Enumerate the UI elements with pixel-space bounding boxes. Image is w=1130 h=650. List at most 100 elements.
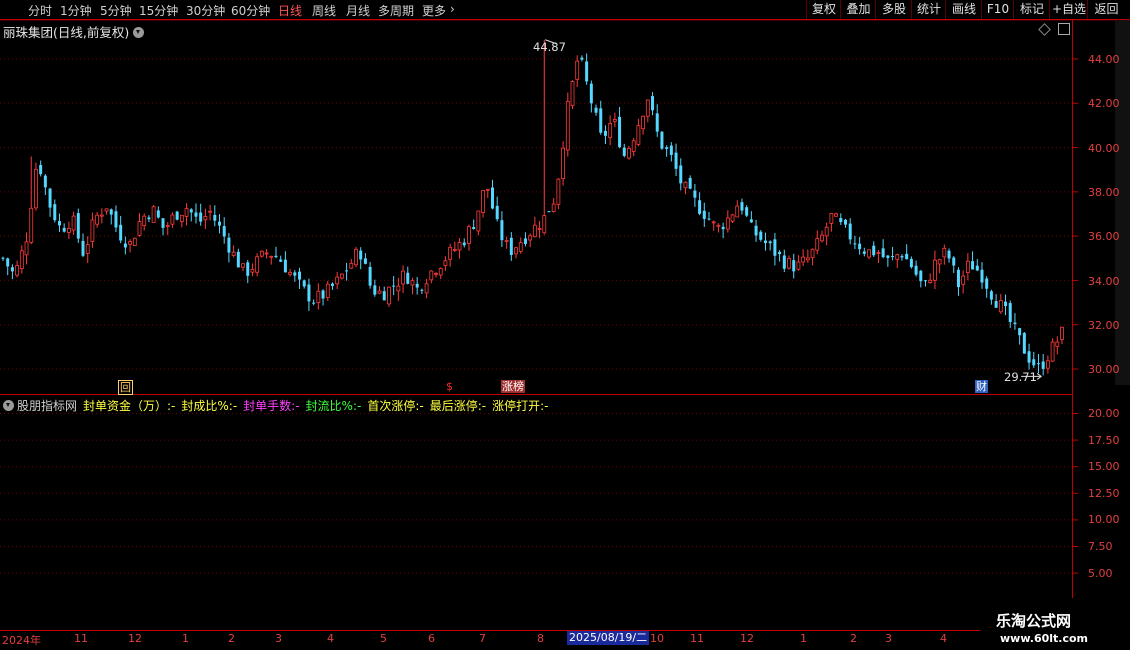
- candle-body: [787, 257, 791, 269]
- candle-body: [359, 250, 363, 260]
- candle-body: [293, 272, 297, 276]
- month-label-0: 2024年: [2, 634, 41, 647]
- candle-body: [848, 223, 852, 240]
- candle-body: [203, 216, 208, 221]
- candle-body: [994, 301, 998, 308]
- candle-body: [1018, 328, 1022, 336]
- candle-body: [114, 211, 118, 228]
- month-label-14: 1: [800, 632, 807, 645]
- candle-body: [989, 291, 993, 300]
- candle-body: [618, 116, 622, 148]
- candle-body: [1, 257, 5, 259]
- month-label-4: 2: [228, 632, 235, 645]
- candle-body: [48, 188, 52, 208]
- high-price-label: 44.87: [533, 40, 566, 54]
- candle-body: [71, 215, 76, 231]
- candle-body: [1050, 341, 1055, 362]
- candle-body: [707, 218, 711, 220]
- candle-body: [39, 164, 43, 175]
- candle-body: [90, 219, 95, 242]
- candle-body: [961, 275, 966, 285]
- event-marker-3[interactable]: 财: [975, 380, 988, 393]
- month-label-3: 1: [182, 632, 189, 645]
- candle-body: [137, 221, 142, 236]
- candle-body: [156, 210, 160, 218]
- watermark-url: www.60lt.com: [1000, 632, 1089, 645]
- candle-body: [279, 259, 283, 262]
- candle-body: [641, 115, 646, 130]
- candle-body: [429, 270, 434, 281]
- candle-body: [15, 265, 20, 276]
- indicator-item-4: 首次涨停:-: [367, 399, 424, 413]
- candle-body: [514, 247, 518, 255]
- candle-body: [307, 284, 311, 302]
- candle-body: [368, 266, 372, 286]
- candle-body: [213, 214, 217, 221]
- selected-date: 2025/08/19/二: [567, 631, 650, 645]
- candle-body: [321, 290, 325, 299]
- candle-body: [768, 241, 772, 244]
- kline-chart[interactable]: [0, 0, 1130, 650]
- month-label-15: 2: [850, 632, 857, 645]
- indicator-item-5: 最后涨停:-: [429, 399, 487, 413]
- candle-body: [952, 257, 956, 266]
- candle-body: [754, 225, 758, 236]
- candle-body: [919, 270, 923, 282]
- candle-body: [627, 148, 631, 159]
- candle-body: [815, 238, 820, 251]
- candle-body: [956, 269, 960, 288]
- price-tick-4: 36.00: [1088, 230, 1120, 244]
- price-tick-6: 32.00: [1088, 318, 1120, 332]
- candle-body: [763, 240, 767, 244]
- candle-body: [424, 283, 429, 294]
- candle-body: [218, 221, 222, 226]
- candle-body: [57, 221, 61, 226]
- candle-body: [561, 147, 565, 179]
- candle-body: [476, 210, 481, 232]
- candle-body: [914, 265, 918, 275]
- candle-body: [608, 123, 613, 139]
- candle-body: [843, 219, 847, 225]
- candle-body: [998, 300, 1003, 313]
- candle-body: [34, 168, 38, 209]
- candle-body: [928, 279, 933, 283]
- candle-body: [241, 263, 245, 268]
- month-label-13: 12: [740, 632, 754, 645]
- candle-body: [231, 251, 236, 257]
- candle-body: [161, 218, 165, 228]
- month-label-5: 3: [275, 632, 282, 645]
- candle-body: [43, 175, 47, 188]
- candle-body: [194, 212, 198, 217]
- candle-body: [472, 227, 476, 230]
- candle-body: [674, 152, 678, 169]
- candle-body: [824, 226, 829, 237]
- month-label-16: 3: [885, 632, 892, 645]
- candle-body: [85, 244, 90, 254]
- candle-body: [575, 60, 580, 80]
- candle-body: [867, 249, 871, 258]
- candle-body: [679, 165, 683, 184]
- candle-body: [688, 177, 692, 189]
- candle-body: [1036, 363, 1040, 365]
- month-label-2: 12: [128, 632, 142, 645]
- event-marker-1[interactable]: $: [445, 380, 454, 393]
- indicator-dropdown-icon[interactable]: [3, 400, 14, 411]
- event-marker-0[interactable]: 回: [118, 380, 133, 395]
- price-tick-2: 40.00: [1088, 141, 1120, 155]
- candle-body: [410, 280, 415, 286]
- candle-body: [565, 100, 570, 151]
- indicator-tick-0: 20.00: [1088, 407, 1120, 420]
- candle-body: [81, 240, 85, 256]
- price-tick-5: 34.00: [1088, 274, 1120, 288]
- candle-body: [975, 265, 979, 271]
- price-tick-3: 38.00: [1088, 185, 1120, 199]
- candle-body: [730, 214, 735, 222]
- candle-body: [151, 206, 156, 223]
- candle-body: [937, 259, 942, 265]
- candle-body: [109, 209, 113, 215]
- candle-body: [302, 280, 306, 287]
- candle-body: [622, 147, 626, 156]
- month-label-10: 8: [537, 632, 544, 645]
- event-marker-2[interactable]: 涨榜: [501, 380, 525, 393]
- candle-body: [518, 242, 523, 252]
